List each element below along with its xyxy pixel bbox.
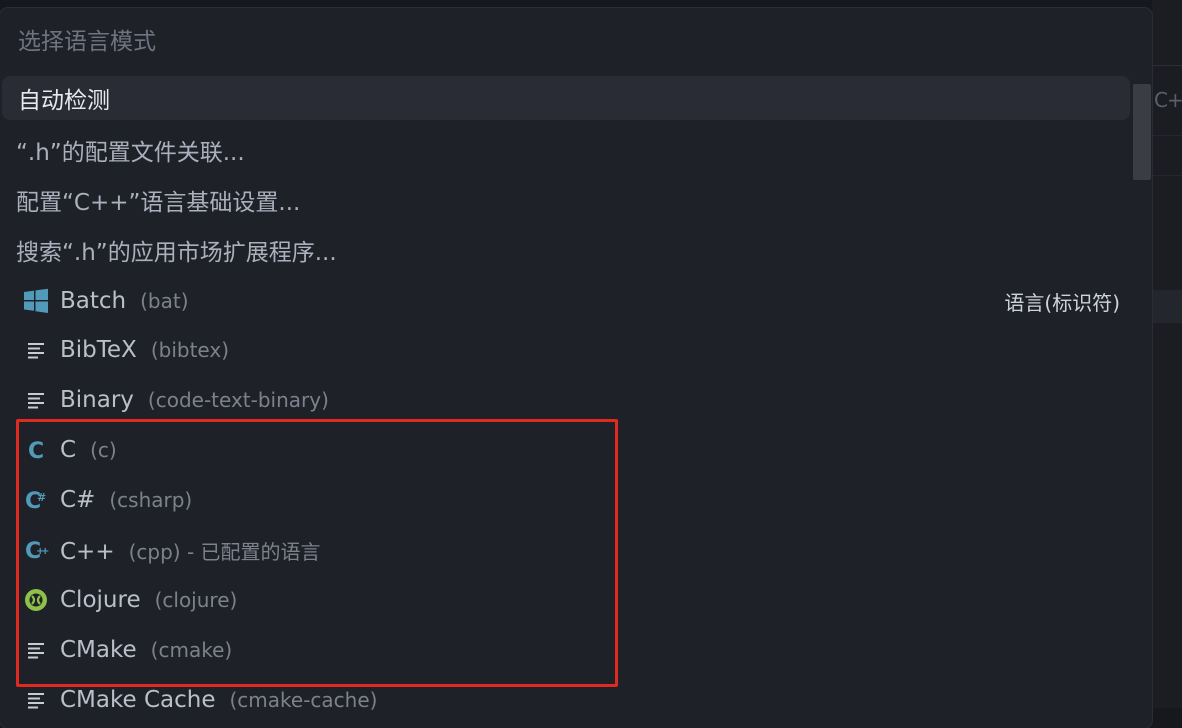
language-id: (code-text-binary) [147, 388, 329, 412]
quick-pick-item-c[interactable]: C C (c) [0, 428, 1132, 472]
divider [1152, 135, 1182, 136]
background-tab-label[interactable]: C++ [1154, 88, 1182, 112]
tab-strip-border [1152, 65, 1182, 66]
svg-text:#: # [37, 491, 46, 504]
clojure-icon [22, 586, 50, 614]
language-name: C# (csharp) [60, 487, 192, 513]
csharp-language-icon: C # [22, 486, 50, 514]
current-line-highlight [1152, 290, 1182, 323]
language-id: (bibtex) [150, 338, 230, 362]
language-label: Batch [60, 288, 127, 314]
quick-pick-item-csharp[interactable]: C # C# (csharp) [0, 478, 1132, 522]
cpp-language-icon: C + + [22, 536, 50, 564]
quick-pick-placeholder[interactable]: 选择语言模式 [18, 28, 156, 56]
quick-pick-item-bibtex[interactable]: BibTeX (bibtex) [0, 328, 1132, 372]
language-id: (cmake-cache) [229, 688, 378, 712]
quick-pick-item-binary[interactable]: Binary (code-text-binary) [0, 378, 1132, 422]
item-label: “.h”的配置文件关联... [16, 140, 245, 166]
language-label: Binary [60, 387, 134, 413]
c-language-icon: C [22, 436, 50, 464]
quick-pick-item-configure-file-association[interactable]: “.h”的配置文件关联... [0, 128, 1132, 172]
language-id: (clojure) [154, 588, 238, 612]
language-name: C (c) [60, 437, 117, 463]
language-label: CMake [60, 637, 137, 663]
language-name: Clojure (clojure) [60, 587, 237, 613]
language-id: (c) [90, 438, 117, 462]
language-label: Clojure [60, 587, 141, 613]
language-name: Batch (bat) [60, 288, 189, 314]
language-id: (cpp) - 已配置的语言 [128, 539, 321, 564]
divider [1152, 175, 1182, 176]
language-name: C++ (cpp) - 已配置的语言 [60, 536, 321, 565]
section-label: 语言(标识符) [1004, 290, 1120, 315]
language-name: BibTeX (bibtex) [60, 337, 229, 363]
language-mode-quick-pick: 选择语言模式 自动检测 “.h”的配置文件关联... 配置“C++”语言基础设置… [0, 8, 1152, 728]
language-name: CMake (cmake) [60, 637, 232, 663]
language-id: (bat) [140, 289, 189, 313]
svg-text:+: + [41, 546, 49, 557]
quick-pick-item-search-marketplace[interactable]: 搜索“.h”的应用市场扩展程序... [0, 228, 1132, 272]
item-label: 配置“C++”语言基础设置... [16, 190, 301, 216]
file-lines-icon [22, 636, 50, 664]
language-label: BibTeX [60, 337, 137, 363]
scrollbar-thumb[interactable] [1133, 84, 1151, 180]
file-lines-icon [22, 336, 50, 364]
editor-right-edge: C++ [1152, 0, 1182, 708]
language-label: C# [60, 487, 96, 513]
quick-pick-item-cmake-cache[interactable]: CMake Cache (cmake-cache) [0, 678, 1132, 722]
quick-pick-item-cpp[interactable]: C + + C++ (cpp) - 已配置的语言 [0, 528, 1132, 572]
item-label: 搜索“.h”的应用市场扩展程序... [16, 240, 337, 266]
language-id: (cmake) [150, 638, 233, 662]
language-label: C++ [60, 538, 115, 565]
language-label: C [60, 437, 77, 463]
language-name: CMake Cache (cmake-cache) [60, 687, 377, 713]
item-label: 自动检测 [18, 88, 110, 114]
file-lines-icon [22, 686, 50, 714]
quick-pick-item-batch[interactable]: Batch (bat) 语言(标识符) [0, 279, 1132, 323]
windows-icon [22, 287, 50, 315]
svg-text:C: C [28, 439, 44, 463]
quick-pick-item-configure-language-settings[interactable]: 配置“C++”语言基础设置... [0, 178, 1132, 222]
quick-pick-item-cmake[interactable]: CMake (cmake) [0, 628, 1132, 672]
language-label: CMake Cache [60, 687, 216, 713]
quick-pick-item-clojure[interactable]: Clojure (clojure) [0, 578, 1132, 622]
quick-pick-item-auto-detect[interactable]: 自动检测 [2, 76, 1130, 120]
language-id: (csharp) [109, 488, 193, 512]
language-name: Binary (code-text-binary) [60, 387, 329, 413]
file-lines-icon [22, 386, 50, 414]
